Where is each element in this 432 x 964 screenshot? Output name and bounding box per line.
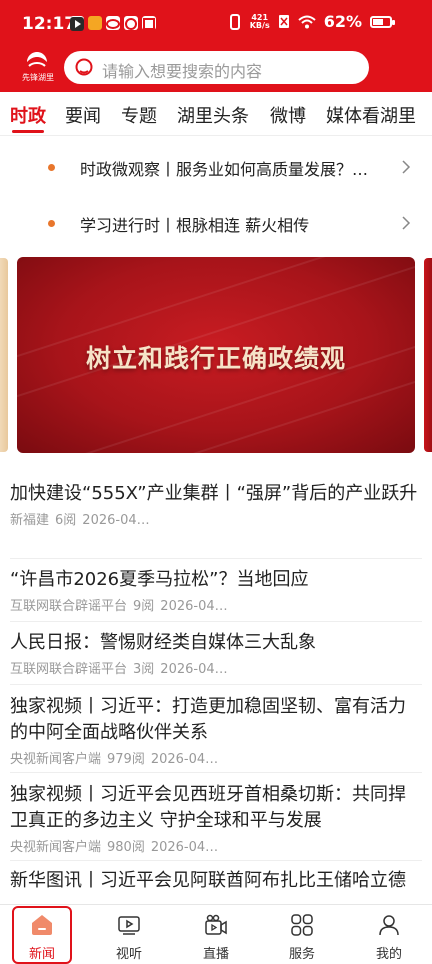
headline-item[interactable]: 学习进行时丨根脉相连 薪火相传 [0,196,432,252]
news-title: 新华图讯丨习近平会见阿联酋阿布扎比王储哈立德 [10,870,406,891]
tab-media-view[interactable]: 媒体看湖里 [326,102,416,128]
news-source: 互联网联合辟谣平台 [10,599,128,614]
grid-icon [291,914,313,936]
headline-item[interactable]: 时政微观察丨服务业如何高质量发展？… [0,140,432,196]
news-reads: 979阅 [107,752,145,767]
tab-zhuanti[interactable]: 专题 [121,102,157,128]
app-notification-icon [142,16,156,30]
news-reads: 980阅 [107,840,145,855]
banner-decoration [17,257,415,407]
tab-weibo[interactable]: 微博 [270,102,306,128]
app-notification-icon [124,16,138,30]
tab-shizheng[interactable]: 时政 [10,102,46,128]
nav-services[interactable]: 服务 [270,905,334,964]
nav-label: 视听 [115,947,142,962]
news-date: 2026-04… [160,662,228,677]
wifi-icon [298,15,316,28]
news-title: 加快建设“555X”产业集群丨“强屏”背后的产业跃升 [10,483,418,504]
nav-label: 直播 [202,947,229,962]
nav-video[interactable]: 视听 [97,905,161,964]
news-item[interactable]: 新华图讯丨习近平会见阿联酋阿布扎比王储哈立德 [10,868,422,904]
person-icon [379,915,399,936]
news-date: 2026-04… [150,840,219,855]
news-meta: 互联网联合辟谣平台 9阅 2026-04… [10,595,422,614]
active-tab-indicator [12,130,44,133]
banner-carousel-slide[interactable]: 树立和践行正确政绩观 [17,257,415,453]
category-tabs: 时政 要闻 专题 湖里头条 微博 媒体看湖里 [0,92,432,136]
no-sim-icon [278,15,289,28]
chevron-right-icon [402,160,411,174]
news-title: 独家视频丨习近平：打造更加稳固坚韧、富有活力的中阿全面战略伙伴关系 [10,696,406,743]
news-title: 人民日报：警惕财经类自媒体三大乱象 [10,632,316,653]
news-reads: 3阅 [133,662,155,677]
news-meta: 互联网联合辟谣平台 3阅 2026-04… [10,658,422,677]
vibrate-icon [229,13,240,30]
news-item[interactable]: 独家视频丨习近平：打造更加稳固坚韧、富有活力的中阿全面战略伙伴关系 央视新闻客户… [10,694,422,773]
tab-huli-toutiao[interactable]: 湖里头条 [177,102,249,128]
news-source: 央视新闻客户端 [10,840,102,855]
battery-percent: 62% [323,12,362,31]
active-nav-highlight [12,906,72,964]
headline-text: 学习进行时丨根脉相连 薪火相传 [80,216,310,235]
news-title: 独家视频丨习近平会见西班牙首相桑切斯：共同捍卫真正的多边主义 守护全球和平与发展 [10,784,406,831]
nav-label: 服务 [288,947,315,962]
news-meta: 央视新闻客户端 979阅 2026-04… [10,748,422,767]
news-source: 新福建 [10,513,50,528]
headline-text: 时政微观察丨服务业如何高质量发展？… [80,160,369,179]
news-item[interactable]: “许昌市2026夏季马拉松”？当地回应 互联网联合辟谣平台 9阅 2026-04… [10,567,422,622]
carousel-prev-peek[interactable] [0,258,8,452]
tab-yaowen[interactable]: 要闻 [65,102,101,128]
news-date: 2026-04… [150,752,219,767]
battery-icon [370,15,395,28]
news-date: 2026-04… [82,513,150,528]
carousel-next-peek[interactable] [424,258,432,452]
news-source: 互联网联合辟谣平台 [10,662,128,677]
news-title: “许昌市2026夏季马拉松”？当地回应 [10,569,309,590]
app-notification-icon [106,16,120,30]
news-reads: 9阅 [133,599,155,614]
live-camera-icon [205,914,227,935]
app-header: 先锋湖里 请输入想要搜索的内容 [0,48,432,92]
news-item[interactable]: 人民日报：警惕财经类自媒体三大乱象 互联网联合辟谣平台 3阅 2026-04… [10,630,422,685]
notification-icons [70,16,156,31]
bullet-dot [48,220,55,227]
banner-decoration [17,364,415,453]
network-speed: 421 KB/s [249,12,270,30]
nav-profile[interactable]: 我的 [357,905,421,964]
news-meta: 央视新闻客户端 980阅 2026-04… [10,836,422,855]
news-reads: 6阅 [55,513,77,528]
nav-live[interactable]: 直播 [184,905,248,964]
news-meta: 新福建 6阅 2026-04… [10,509,422,528]
nav-label: 我的 [375,947,402,962]
app-notification-icon [88,16,102,30]
status-time: 12:17 [22,14,77,34]
news-date: 2026-04… [160,599,228,614]
news-item[interactable]: 加快建设“555X”产业集群丨“强屏”背后的产业跃升 新福建 6阅 2026-04… [10,481,422,559]
app-logo[interactable]: 先锋湖里 [16,48,60,88]
logo-text: 先锋湖里 [22,73,54,82]
video-icon [118,916,140,935]
logo-mark-icon [27,52,47,67]
status-indicators: 421 KB/s 62% [228,12,395,31]
search-icon [75,58,93,76]
chevron-right-icon [402,216,411,230]
search-placeholder: 请输入想要搜索的内容 [102,62,263,81]
search-input[interactable]: 请输入想要搜索的内容 [64,51,369,84]
banner-title: 树立和践行正确政绩观 [85,344,346,373]
bullet-dot [48,164,55,171]
news-source: 央视新闻客户端 [10,752,102,767]
play-app-icon [70,16,84,31]
news-item[interactable]: 独家视频丨习近平会见西班牙首相桑切斯：共同捍卫真正的多边主义 守护全球和平与发展… [10,782,422,861]
status-bar: 12:17 421 KB/s 62% [0,0,432,48]
